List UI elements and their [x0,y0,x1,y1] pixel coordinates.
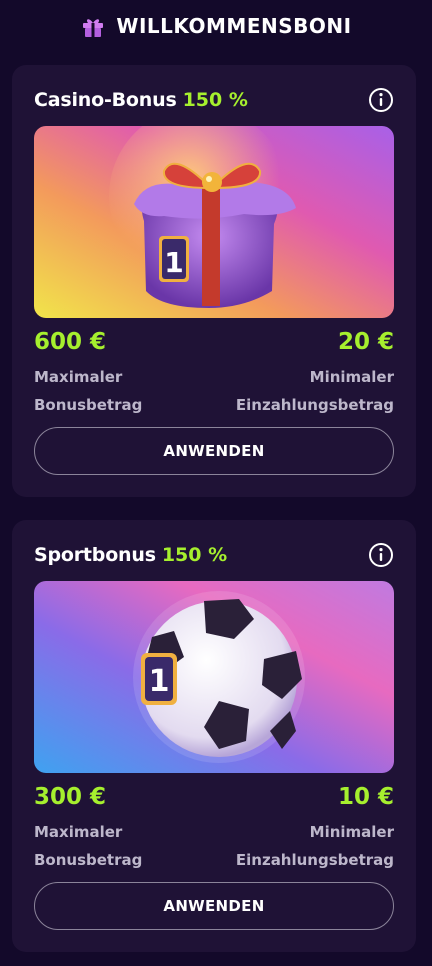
min-deposit-value: 10 € [337,784,394,810]
max-bonus-value: 600 € [34,329,107,355]
badge-number: 1 [149,664,170,699]
bonus-title: Casino-Bonus [34,89,177,111]
soccer-ball-illustration: 1 [34,581,394,773]
max-bonus-value: 300 € [34,784,107,810]
badge-number: 1 [164,246,183,279]
page-header: WILLKOMMENSBONI [0,8,432,44]
bonus-title: Sportbonus [34,544,156,566]
min-deposit-value: 20 € [337,329,394,355]
max-bonus-label: Maximaler Bonusbetrag [34,823,143,869]
card-header: Casino-Bonus 150 % [34,85,394,115]
min-deposit-label: Minimaler Einzahlungsbetrag [235,368,394,414]
min-deposit-label: Minimaler Einzahlungsbetrag [235,823,394,869]
page-title: WILLKOMMENSBONI [116,14,352,38]
bonus-values: 300 € 10 € [34,782,394,812]
bonus-percent: 150 % [161,544,228,566]
bonus-labels: Maximaler Bonusbetrag Minimaler Einzahlu… [34,818,394,874]
bonus-card-casino: Casino-Bonus 150 % 1 600 € 20 € Maximale… [12,65,416,497]
gift-icon [83,19,104,37]
bonus-labels: Maximaler Bonusbetrag Minimaler Einzahlu… [34,363,394,419]
apply-button[interactable]: ANWENDEN [34,427,394,475]
max-bonus-label: Maximaler Bonusbetrag [34,368,143,414]
info-icon[interactable] [368,87,394,113]
info-icon[interactable] [368,542,394,568]
bonus-percent: 150 % [182,89,248,111]
apply-button[interactable]: ANWENDEN [34,882,394,930]
bonus-card-sport: Sportbonus 150 % 1 300 € 10 € Maximaler … [12,520,416,952]
gift-box-illustration: 1 [34,126,394,318]
card-header: Sportbonus 150 % [34,540,394,570]
bonus-values: 600 € 20 € [34,327,394,357]
